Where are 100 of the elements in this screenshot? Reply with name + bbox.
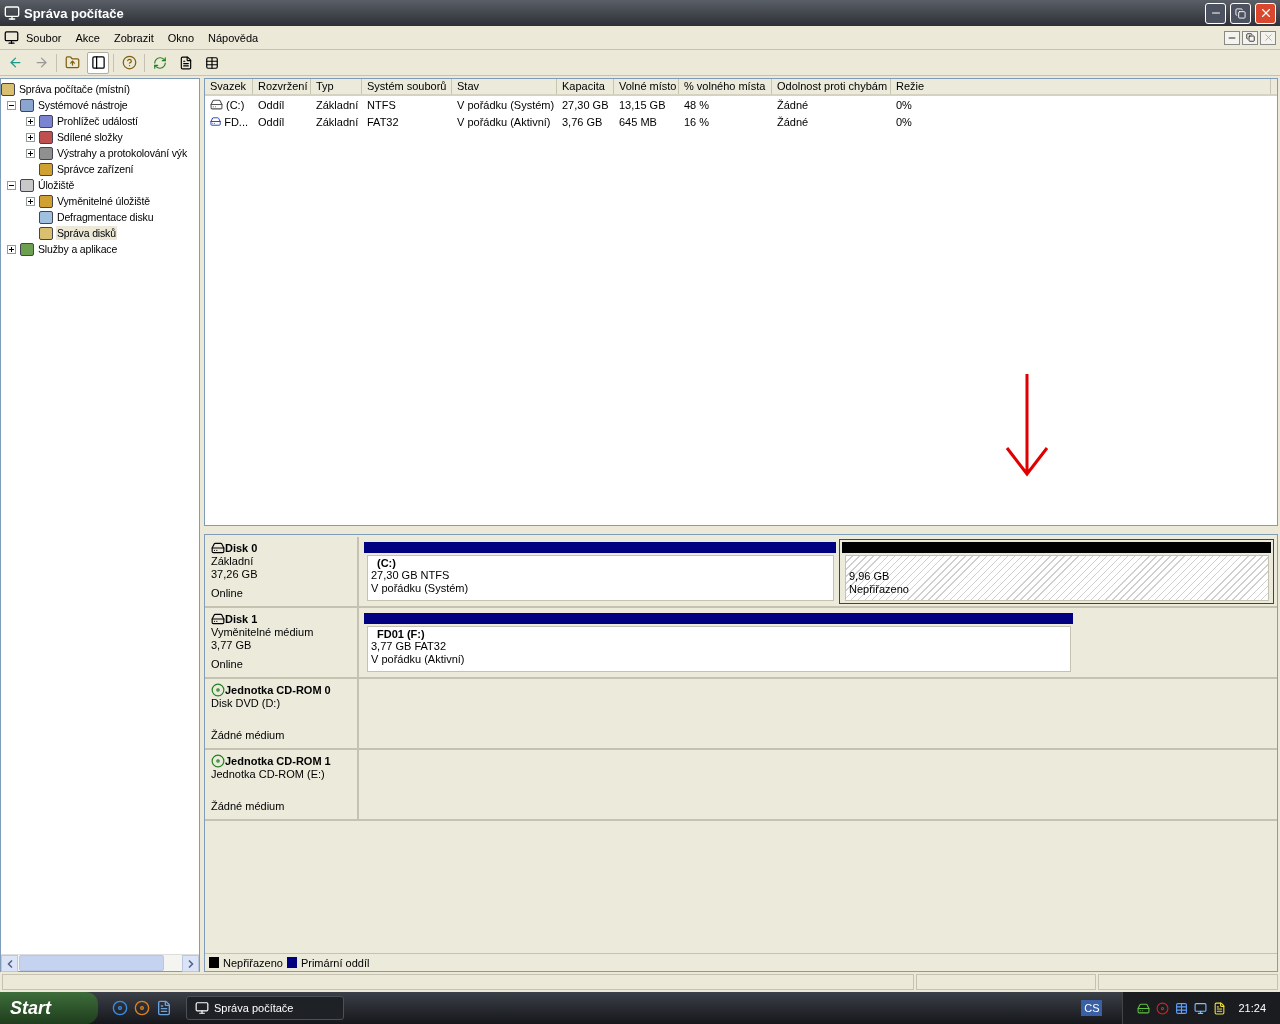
column-header[interactable]: Typ: [311, 79, 362, 94]
expand-icon[interactable]: [26, 116, 35, 126]
disk-info: Vyměnitelné médium: [211, 626, 314, 638]
expand-icon[interactable]: [7, 244, 16, 254]
table-cell: FD...: [224, 115, 248, 128]
tree-item[interactable]: Správa počítače (místní): [18, 82, 131, 96]
menu-item[interactable]: Zobrazit: [106, 29, 161, 46]
table-cell: Základní: [316, 98, 359, 111]
language-indicator[interactable]: CS: [1081, 1000, 1103, 1016]
node-icon: [39, 114, 53, 128]
tray-icon[interactable]: [1213, 1001, 1227, 1015]
node-icon: [39, 210, 53, 224]
column-header[interactable]: Odolnost proti chybám: [772, 79, 891, 94]
disk-info: Disk DVD (D:): [211, 697, 281, 709]
disk-status: Žádné médium: [211, 800, 285, 812]
table-cell: 48 %: [684, 98, 710, 111]
tray-icon[interactable]: [1137, 1001, 1151, 1015]
table-icon: [205, 55, 219, 70]
column-header[interactable]: % volného místa: [679, 79, 772, 94]
node-icon: [20, 242, 34, 256]
cd-icon: [211, 683, 225, 697]
disk-status: Žádné médium: [211, 729, 285, 741]
tree-item[interactable]: Služby a aplikace: [37, 242, 119, 256]
refresh-icon: [153, 55, 167, 70]
restore-button[interactable]: [1242, 30, 1258, 45]
tree-item[interactable]: Správce zařízení: [56, 162, 135, 176]
tree-item[interactable]: Defragmentace disku: [56, 210, 155, 224]
node-icon: [39, 194, 53, 208]
column-header[interactable]: Kapacita: [557, 79, 614, 94]
cd-icon: [211, 754, 225, 768]
column-header[interactable]: Systém souborů: [362, 79, 452, 94]
scroll-left-button[interactable]: [1, 955, 18, 972]
drive-icon: [210, 115, 222, 128]
node-icon: [39, 130, 53, 144]
node-icon: [1, 82, 15, 96]
column-header[interactable]: Svazek: [205, 79, 253, 94]
table-cell: Žádné: [777, 115, 809, 128]
legend-label: Primární oddíl: [300, 956, 370, 969]
disk-info: 37,26 GB: [211, 568, 258, 580]
table-cell: 13,15 GB: [619, 98, 666, 111]
menu-item[interactable]: Akce: [68, 29, 107, 46]
menu-item[interactable]: Soubor: [19, 29, 69, 46]
folder-up-icon: [64, 55, 80, 70]
tray-icon[interactable]: [1175, 1001, 1189, 1015]
chevron-right-icon: [187, 959, 194, 968]
taskbar-button[interactable]: Správa počítače: [186, 996, 344, 1020]
node-icon: [20, 178, 34, 192]
expand-icon[interactable]: [26, 132, 35, 142]
tree-item[interactable]: Výstrahy a protokolování výk: [56, 146, 189, 160]
expand-icon[interactable]: [26, 196, 35, 206]
tree-item[interactable]: Systémové nástroje: [37, 98, 129, 112]
table-cell: Oddíl: [258, 115, 285, 128]
column-header[interactable]: Režie: [891, 79, 1271, 94]
table-cell: 3,76 GB: [562, 115, 603, 128]
legend-label: Nepřiřazeno: [223, 956, 283, 969]
close-button[interactable]: [1260, 30, 1276, 45]
scrollbar-thumb[interactable]: [19, 955, 164, 971]
arrow-icon: [1004, 372, 1050, 478]
table-cell: Žádné: [777, 98, 809, 111]
tree-toggle-button[interactable]: [87, 51, 109, 74]
node-icon: [39, 226, 53, 240]
tree-item[interactable]: Úložiště: [37, 178, 76, 192]
table-cell: 16 %: [684, 115, 710, 128]
table-cell: 0%: [896, 115, 912, 128]
column-header[interactable]: Stav: [452, 79, 557, 94]
partition[interactable]: 9,96 GB Nepřiřazeno: [839, 539, 1274, 604]
table-cell: (C:): [226, 98, 245, 111]
tree-item[interactable]: Prohlížeč událostí: [56, 114, 139, 128]
chevron-left-icon: [6, 959, 13, 968]
help-icon: [121, 55, 137, 70]
back-icon: [7, 55, 23, 70]
computer-icon: [4, 5, 20, 21]
tree-item[interactable]: Vyměnitelné úložiště: [56, 194, 151, 208]
disk-name: Disk 0: [225, 542, 258, 554]
menu-item[interactable]: Okno: [160, 29, 201, 46]
document-icon: [179, 55, 193, 70]
document-icon[interactable]: [156, 1000, 172, 1016]
collapse-icon[interactable]: [7, 100, 16, 110]
disk-info: Jednotka CD-ROM (E:): [211, 768, 325, 780]
column-header[interactable]: Rozvržení: [253, 79, 311, 94]
table-cell: FAT32: [367, 115, 399, 128]
forward-icon: [33, 55, 49, 70]
partition-info: 3,77 GB FAT32: [371, 640, 446, 652]
drive-icon: [210, 98, 223, 111]
menu-item[interactable]: Nápověda: [201, 29, 266, 46]
node-icon: [39, 162, 53, 176]
partition-info: Nepřiřazeno: [849, 583, 909, 595]
panel-icon: [90, 55, 106, 70]
partition-info: 9,96 GB: [849, 570, 890, 582]
scroll-right-button[interactable]: [182, 955, 199, 972]
start-button[interactable]: Start: [0, 992, 98, 1024]
tree-item[interactable]: Správa disků: [56, 226, 117, 240]
column-header[interactable]: Volné místo: [614, 79, 679, 94]
tree-item[interactable]: Sdílené složky: [56, 130, 124, 144]
collapse-icon[interactable]: [7, 180, 16, 190]
partition-title: FD01 (F:): [376, 628, 426, 640]
disk-name: Jednotka CD-ROM 1: [225, 755, 331, 767]
window-title: Správa počítače: [24, 5, 125, 21]
expand-icon[interactable]: [26, 148, 35, 158]
partition-info: 27,30 GB NTFS: [371, 569, 450, 581]
